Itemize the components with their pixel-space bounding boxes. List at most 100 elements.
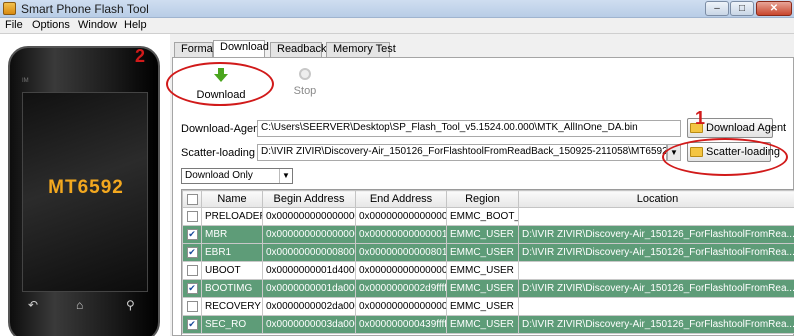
table-row[interactable]: ✔EBR10x00000000000800000x00000000000801f… <box>182 243 794 262</box>
row-checkbox-cell[interactable] <box>182 261 202 280</box>
select-all-checkbox[interactable] <box>186 193 198 205</box>
cell-region: EMMC_USER <box>446 261 519 280</box>
table-row[interactable]: UBOOT0x0000000001d400000x000000000000000… <box>182 261 794 280</box>
cell-location: D:\IVIR ZIVIR\Discovery-Air_150126_ForFl… <box>518 315 794 334</box>
phone-model-label: MT6592 <box>48 177 124 198</box>
tab-format[interactable]: Format <box>174 42 216 57</box>
menu-window[interactable]: Window <box>78 19 117 31</box>
menu-file[interactable]: File <box>5 19 23 31</box>
cell-region: EMMC_USER <box>446 225 519 244</box>
cell-region: EMMC_BOOT_1 <box>446 207 519 226</box>
search-key-icon: ⚲ <box>126 298 135 312</box>
cell-end-address: 0x0000000000000000 <box>355 297 447 316</box>
menu-options[interactable]: Options <box>32 19 70 31</box>
download-agent-path-field[interactable]: C:\Users\SEERVER\Desktop\SP_Flash_Tool_v… <box>257 120 681 137</box>
back-key-icon: ↶ <box>28 298 39 312</box>
cell-begin-address: 0x0000000003da0000 <box>262 315 356 334</box>
cell-location: D:\IVIR ZIVIR\Discovery-Air_150126_ForFl… <box>518 225 794 244</box>
cell-begin-address: 0x0000000001d40000 <box>262 261 356 280</box>
annotation-marker-2: 2 <box>135 46 146 66</box>
cell-end-address: 0x00000000000801ff <box>355 243 447 262</box>
select-all-checkbox-header[interactable] <box>182 190 202 208</box>
cell-end-address: 0x0000000002d9ffff <box>355 279 447 298</box>
app-icon <box>3 2 16 15</box>
download-mode-value: Download Only <box>185 170 253 181</box>
row-checkbox-cell[interactable]: ✔ <box>182 279 202 298</box>
row-checkbox[interactable] <box>186 300 198 312</box>
cell-region: EMMC_USER <box>446 297 519 316</box>
cell-begin-address: 0x0000000000080000 <box>262 243 356 262</box>
row-checkbox-cell[interactable]: ✔ <box>182 243 202 262</box>
phone-screen: MT6592 <box>22 92 148 292</box>
row-checkbox-cell[interactable] <box>182 207 202 226</box>
tab-memory-test[interactable]: Memory Test <box>326 42 396 57</box>
cell-location <box>518 297 794 316</box>
cell-region: EMMC_USER <box>446 315 519 334</box>
cell-location: D:\IVIR ZIVIR\Discovery-Air_150126_ForFl… <box>518 243 794 262</box>
maximize-button[interactable]: □ <box>730 1 754 16</box>
cell-name: UBOOT <box>201 261 263 280</box>
cell-region: EMMC_USER <box>446 243 519 262</box>
tab-readback[interactable]: Readback <box>270 42 327 57</box>
row-checkbox[interactable] <box>186 210 198 222</box>
cell-end-address: 0x0000000000000000 <box>355 261 447 280</box>
table-row[interactable]: PRELOADER0x00000000000000000x00000000000… <box>182 207 794 226</box>
cell-end-address: 0x0000000000000000 <box>355 207 447 226</box>
maximize-icon: □ <box>738 3 746 14</box>
row-checkbox-cell[interactable]: ✔ <box>182 225 202 244</box>
cell-name: SEC_RO <box>201 315 263 334</box>
cell-begin-address: 0x0000000001da0000 <box>262 279 356 298</box>
row-checkbox[interactable]: ✔ <box>186 282 198 294</box>
annotation-marker-1: 1 <box>695 108 706 128</box>
table-row[interactable]: RECOVERY0x0000000002da00000x000000000000… <box>182 297 794 316</box>
flash-tool-window: Smart Phone Flash Tool – □ ✕ File Option… <box>0 0 794 336</box>
column-location: Location <box>518 190 794 208</box>
cell-name: MBR <box>201 225 263 244</box>
column-name: Name <box>201 190 263 208</box>
table-header: Name Begin Address End Address Region Lo… <box>182 190 794 208</box>
cell-name: RECOVERY <box>201 297 263 316</box>
chevron-down-icon: ▼ <box>279 169 292 183</box>
row-checkbox[interactable] <box>186 264 198 276</box>
title-bar: Smart Phone Flash Tool – □ ✕ <box>0 0 794 18</box>
phone-brand-mark: IM <box>22 78 29 84</box>
stop-button-label: Stop <box>293 85 317 97</box>
window-title: Smart Phone Flash Tool <box>21 2 149 16</box>
row-checkbox[interactable]: ✔ <box>186 246 198 258</box>
row-checkbox[interactable]: ✔ <box>186 228 198 240</box>
download-agent-label: Download-Agent <box>181 123 263 135</box>
tab-download[interactable]: Download <box>213 40 269 58</box>
scatter-highlight-circle <box>662 138 788 176</box>
column-end-address: End Address <box>355 190 447 208</box>
download-highlight-circle <box>166 62 274 106</box>
table-row[interactable]: ✔SEC_RO0x0000000003da00000x000000000439f… <box>182 315 794 334</box>
download-mode-select[interactable]: Download Only ▼ <box>181 168 293 184</box>
stop-icon <box>299 68 311 80</box>
close-button[interactable]: ✕ <box>756 1 792 16</box>
column-begin-address: Begin Address <box>262 190 356 208</box>
menu-help[interactable]: Help <box>124 19 147 31</box>
table-row[interactable]: ✔MBR0x00000000000000000x00000000000001ff… <box>182 225 794 244</box>
home-key-icon: ⌂ <box>76 298 84 312</box>
download-agent-button-label: Download Agent <box>706 122 787 134</box>
cell-begin-address: 0x0000000000000000 <box>262 207 356 226</box>
cell-region: EMMC_USER <box>446 279 519 298</box>
partition-table: Name Begin Address End Address Region Lo… <box>181 189 794 336</box>
row-checkbox-cell[interactable] <box>182 297 202 316</box>
stop-button[interactable]: Stop <box>285 66 325 104</box>
minimize-icon: – <box>714 3 720 14</box>
cell-name: PRELOADER <box>201 207 263 226</box>
row-checkbox[interactable]: ✔ <box>186 318 198 330</box>
close-icon: ✕ <box>769 3 779 14</box>
scatter-file-path-field[interactable]: D:\IVIR ZIVIR\Discovery-Air_150126_ForFl… <box>257 144 667 161</box>
cell-name: BOOTIMG <box>201 279 263 298</box>
cell-end-address: 0x000000000439ffff <box>355 315 447 334</box>
cell-end-address: 0x00000000000001ff <box>355 225 447 244</box>
download-tab-content: Download Stop Download-Agent C:\Users\SE… <box>172 57 794 336</box>
row-checkbox-cell[interactable]: ✔ <box>182 315 202 334</box>
minimize-button[interactable]: – <box>705 1 729 16</box>
menu-bar: File Options Window Help <box>0 18 794 34</box>
cell-location <box>518 207 794 226</box>
table-row[interactable]: ✔BOOTIMG0x0000000001da00000x0000000002d9… <box>182 279 794 298</box>
cell-begin-address: 0x0000000002da0000 <box>262 297 356 316</box>
